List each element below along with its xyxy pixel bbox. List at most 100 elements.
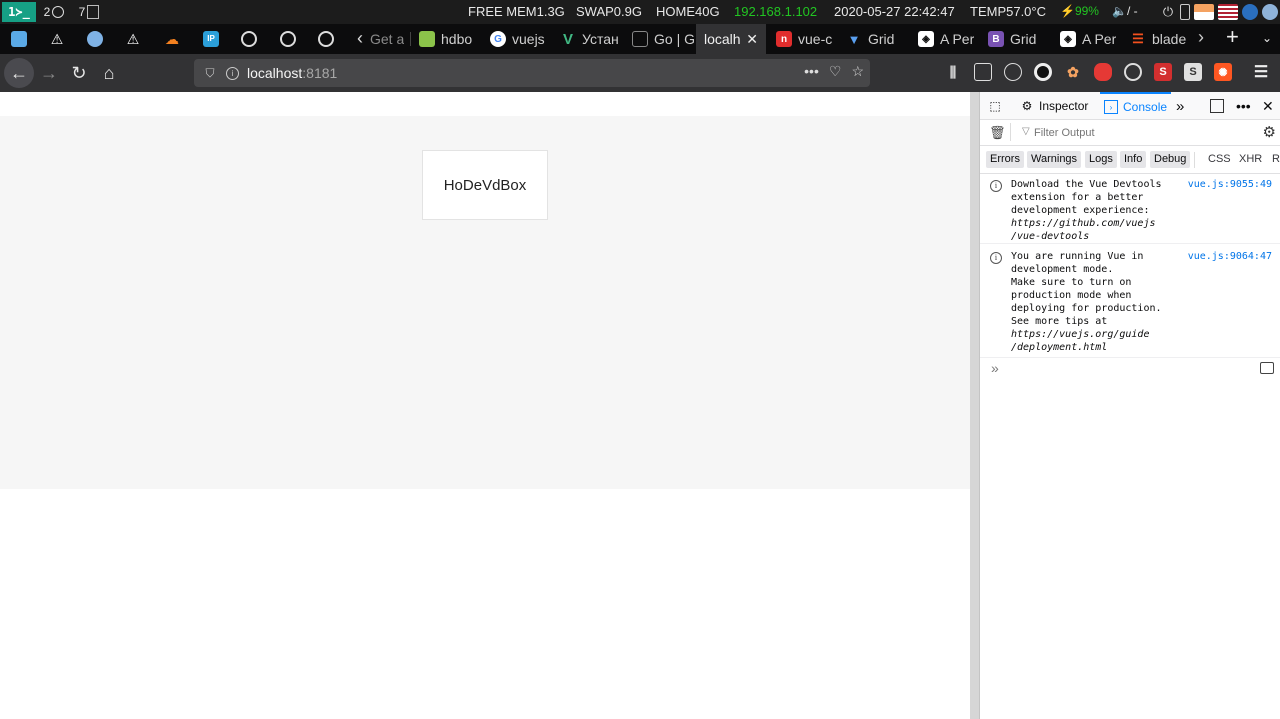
info-icon: i <box>990 252 1002 264</box>
us-flag-icon[interactable] <box>1218 4 1238 20</box>
picker-icon: ⬚ <box>989 99 1001 113</box>
tab-blade[interactable]: ☰ blade <box>1122 24 1192 54</box>
database-icon[interactable] <box>1262 4 1278 20</box>
tab-title: Grid <box>868 31 895 47</box>
extension-s-grey-icon[interactable]: S <box>1184 63 1202 81</box>
adblock-icon[interactable] <box>1094 63 1112 81</box>
vuetify-favicon: ▼ <box>847 31 861 47</box>
bluetooth-icon[interactable] <box>1242 4 1258 20</box>
tab-get-a[interactable]: Get a <box>366 24 410 54</box>
pinned-tab-warning-2-icon[interactable]: ⚠ <box>125 31 141 47</box>
filter-requests[interactable]: R <box>1272 153 1280 165</box>
url-actions: ••• ♡ ☆ <box>804 63 864 80</box>
info-icon[interactable]: i <box>226 66 239 80</box>
extension-wheel-icon[interactable] <box>1124 63 1142 81</box>
pinned-tab-warning-icon[interactable]: ⚠ <box>49 31 65 47</box>
pocket-icon[interactable]: ♡ <box>829 63 842 80</box>
battery-icon <box>1180 4 1190 20</box>
divider <box>1194 152 1195 168</box>
tab-console[interactable]: › Console <box>1100 92 1172 120</box>
account-icon[interactable] <box>1004 63 1022 81</box>
pinned-tab-globe-3-icon[interactable] <box>318 31 334 47</box>
ublock-icon[interactable] <box>1034 63 1052 81</box>
library-icon[interactable]: ⫼ <box>944 63 962 81</box>
new-tab-button[interactable]: + <box>1226 24 1239 50</box>
filter-debug[interactable]: Debug <box>1150 151 1191 168</box>
devtools-splitter[interactable] <box>970 92 980 719</box>
dock-button[interactable] <box>1210 92 1224 120</box>
filter-css[interactable]: CSS <box>1208 153 1231 165</box>
tab-title: Go | G <box>654 31 694 47</box>
tab-grid[interactable]: ▼ Grid <box>838 24 908 54</box>
more-tools-button[interactable]: » <box>1176 92 1184 120</box>
tab-inspector[interactable]: ⚙ Inspector <box>1020 92 1089 120</box>
back-button[interactable]: ← <box>4 58 34 88</box>
workspace-2[interactable]: 2 <box>38 2 70 22</box>
trash-icon[interactable]: 🗑 <box>989 125 1006 141</box>
home-button[interactable]: ⌂ <box>94 58 124 88</box>
filter-xhr[interactable]: XHR <box>1239 153 1262 165</box>
filter-logs[interactable]: Logs <box>1085 151 1117 168</box>
message-link[interactable]: https://vuejs.org/guide /deployment.html <box>1011 329 1149 353</box>
message-link[interactable]: https://github.com/vuejs /vue-devtools <box>1011 218 1156 242</box>
extension-paw-icon[interactable]: ✿ <box>1064 63 1082 81</box>
tab-console-label: Console <box>1123 100 1168 114</box>
power-icon[interactable]: ⏻ <box>1160 4 1176 20</box>
inspector-icon: ⚙ <box>1021 99 1033 113</box>
sidebar-icon[interactable] <box>974 63 992 81</box>
pinned-tab-globe-icon[interactable] <box>241 31 257 47</box>
forward-button[interactable]: → <box>34 58 64 88</box>
close-icon: ✕ <box>1262 97 1274 114</box>
filter-output-input[interactable] <box>1034 124 1244 141</box>
pinned-tab-1-icon[interactable] <box>11 31 27 47</box>
console-filter-bar: 🗑 ▽ ⚙ <box>980 120 1280 146</box>
devtools-menu-button[interactable]: ••• <box>1236 92 1251 120</box>
url-port-text: :8181 <box>302 65 338 81</box>
hamburger-menu-icon[interactable]: ☰ <box>1252 63 1270 81</box>
console-message-text: You are running Vue in development mode.… <box>1011 250 1181 354</box>
pinned-tab-globe-2-icon[interactable] <box>280 31 296 47</box>
keyboard-layout-icon[interactable] <box>1194 4 1214 20</box>
workspace-1[interactable]: 1≻_ <box>2 2 36 22</box>
url-bar[interactable]: ⛉ i localhost:8181 ••• ♡ ☆ <box>194 59 870 87</box>
console-settings-gear-icon[interactable]: ⚙ <box>1263 123 1276 141</box>
extension-s-red-icon[interactable]: S <box>1154 63 1172 81</box>
page-actions-menu-icon[interactable]: ••• <box>804 63 819 80</box>
element-picker-button[interactable]: ⬚ <box>988 92 1002 120</box>
ip-indicator: 192.168.1.102 <box>734 4 818 19</box>
filter-info[interactable]: Info <box>1120 151 1147 168</box>
battery-indicator: ⚡99% <box>1060 4 1099 18</box>
message-source-link[interactable]: vue.js:9064:47 <box>1188 250 1272 263</box>
tab-scroll-right-icon[interactable]: › <box>1198 27 1204 48</box>
filter-errors[interactable]: Errors <box>986 151 1024 168</box>
editor-mode-icon[interactable] <box>1260 362 1274 374</box>
tab-hdbo[interactable]: hdbo <box>411 24 481 54</box>
box-text: HoDeVdBox <box>443 176 527 194</box>
volume-indicator[interactable]: 🔈/ - <box>1112 4 1138 18</box>
reload-button[interactable]: ↻ <box>64 58 94 88</box>
tab-close-icon[interactable]: ✕ <box>746 31 758 48</box>
shield-icon[interactable]: ⛉ <box>202 65 218 81</box>
tab-go[interactable]: Go | G <box>624 24 694 54</box>
devtools-close-button[interactable]: ✕ <box>1262 92 1274 120</box>
tab-a-per-2[interactable]: ◈ A Per <box>1052 24 1120 54</box>
workspace-7[interactable]: 7 <box>72 2 106 22</box>
message-source-link[interactable]: vue.js:9055:49 <box>1188 178 1272 191</box>
tab-list-icon[interactable]: ⌄ <box>1262 31 1272 45</box>
bookmark-star-icon[interactable]: ☆ <box>851 63 864 80</box>
tab-a-per[interactable]: ◈ A Per <box>910 24 978 54</box>
swap-indicator: SWAP0.9G <box>576 4 642 19</box>
tab-vue-c[interactable]: n vue-c <box>768 24 838 54</box>
tab-grid-bootstrap[interactable]: B Grid <box>980 24 1050 54</box>
filter-warnings[interactable]: Warnings <box>1027 151 1082 168</box>
extension-orange-icon[interactable]: ✺ <box>1214 63 1232 81</box>
tab-localhost[interactable]: localh ✕ <box>696 24 766 54</box>
pinned-tab-cloud-icon[interactable] <box>87 31 103 47</box>
temp-indicator: TEMP57.0°C <box>970 4 1047 19</box>
console-message: i Download the Vue Devtools extension fo… <box>980 178 1280 244</box>
pinned-tab-ip-icon[interactable]: IP <box>203 31 219 47</box>
console-input[interactable]: » <box>980 358 1280 380</box>
tab-vuejs-search[interactable]: G vuejs <box>482 24 550 54</box>
tab-ustan[interactable]: V Устан <box>552 24 622 54</box>
pinned-tab-cloudflare-icon[interactable]: ☁ <box>164 31 180 47</box>
